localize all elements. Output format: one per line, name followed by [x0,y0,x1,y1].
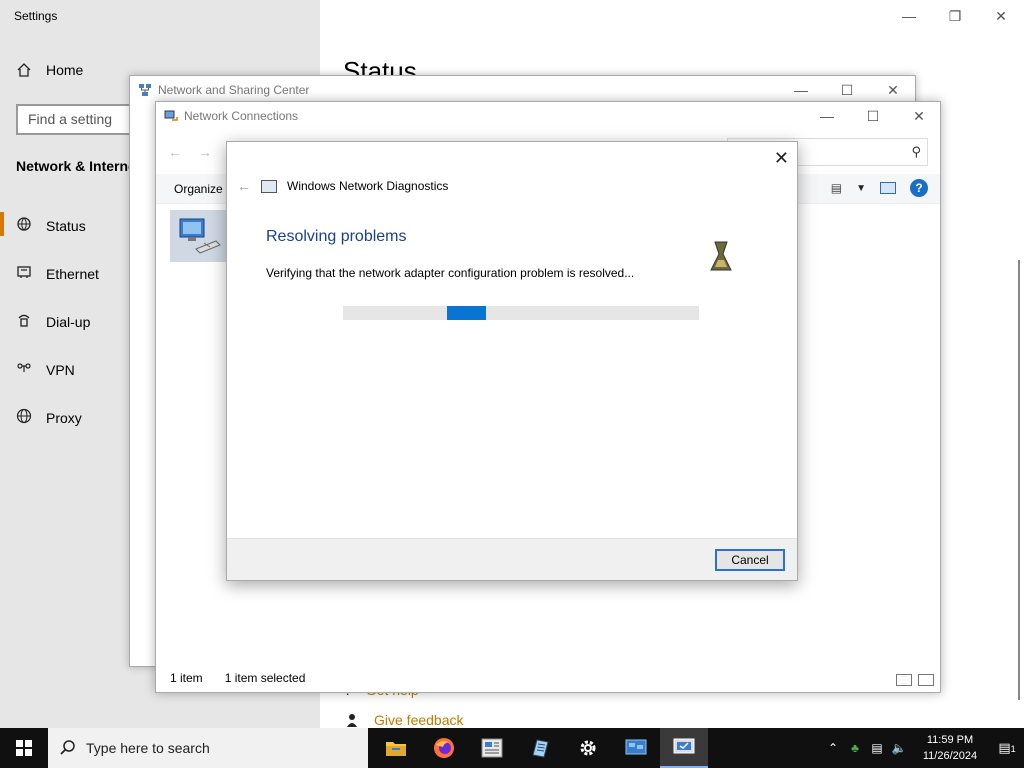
notepad-icon[interactable] [516,728,564,768]
network-center-icon[interactable] [612,728,660,768]
view-buttons: ▤ ▼ ? [831,179,928,197]
chevron-up-icon[interactable]: ⌃ [822,741,844,755]
nc-title: Network Connections [184,109,299,123]
active-indicator [0,212,4,236]
taskbar-clock[interactable]: 11:59 PM 11/26/2024 [910,732,990,764]
nsc-title: Network and Sharing Center [158,83,310,97]
sidebar-item-label: Status [46,217,86,234]
diagnostics-header: ← Windows Network Diagnostics [237,178,448,194]
settings-scrollbar[interactable] [1018,260,1020,700]
status-selected-count: 1 item selected [224,671,306,685]
taskbar-search-placeholder: Type here to search [86,740,210,756]
network-status-icon[interactable]: ♣ [844,741,866,755]
maximize-button[interactable]: ☐ [850,100,896,132]
give-feedback-label: Give feedback [374,712,464,728]
network-center-icon [139,84,151,96]
sidebar-item-status[interactable]: Status [16,216,86,235]
notification-icon: ▤ [998,740,1011,755]
home-icon [17,63,31,77]
taskbar-apps [372,728,708,768]
sidebar-item-label: Dial-up [46,313,91,330]
ethernet-icon [16,264,32,283]
help-icon[interactable]: ? [910,179,928,197]
status-icon [16,216,32,235]
sidebar-item-proxy[interactable]: Proxy [16,408,82,427]
details-view-icon[interactable] [896,674,912,686]
vpn-icon [16,360,32,379]
diagnostics-message: Verifying that the network adapter confi… [266,266,635,280]
network-diagnostics-dialog: ✕ ← Windows Network Diagnostics Resolvin… [226,141,798,581]
large-icons-view-icon[interactable] [918,674,934,686]
diagnostics-app-icon [261,179,277,193]
forward-arrow-icon[interactable]: → [198,144,212,160]
taskbar: Type here to search ⌃ ♣ ▤ 🔈 11:59 PM 11/… [0,728,1024,768]
cancel-button[interactable]: Cancel [715,549,785,571]
feedback-icon [347,714,357,727]
diagnostics-icon[interactable] [660,728,708,768]
diagnostics-footer: Cancel [227,538,797,580]
sidebar-item-vpn[interactable]: VPN [16,360,75,379]
change-view-icon[interactable]: ▤ [831,181,842,195]
settings-home-link[interactable]: Home [16,62,83,78]
system-tray: ⌃ ♣ ▤ 🔈 11:59 PM 11/26/2024 ▤1 [822,728,1024,768]
sidebar-item-ethernet[interactable]: Ethernet [16,264,99,283]
nc-window-controls: — ☐ ✕ [804,100,942,132]
settings-window-controls: — ❐ ✕ [886,0,1024,32]
search-icon [60,740,75,755]
search-icon: ⚲ [911,144,921,159]
progress-bar [343,306,699,320]
status-item-count: 1 item [170,671,203,685]
chevron-down-icon[interactable]: ▼ [856,183,866,194]
close-button[interactable]: ✕ [978,0,1024,32]
network-adapter-item[interactable] [170,210,228,262]
minimize-button[interactable]: — [886,0,932,32]
diagnostics-title: Windows Network Diagnostics [287,179,449,193]
notification-count: 1 [1010,744,1016,754]
busy-cursor-icon [710,241,732,271]
progress-marquee [447,306,486,320]
news-icon[interactable] [468,728,516,768]
sidebar-item-dialup[interactable]: Dial-up [16,312,90,331]
give-feedback-link[interactable]: Give feedback [344,712,464,728]
notification-center-button[interactable]: ▤1 [990,740,1024,756]
settings-window-title: Settings [14,9,58,23]
volume-icon[interactable]: 🔈 [888,741,910,755]
proxy-icon [16,408,32,427]
close-button[interactable]: ✕ [896,100,942,132]
preview-pane-icon[interactable] [880,182,896,194]
firefox-icon[interactable] [420,728,468,768]
back-arrow-icon[interactable]: ← [168,144,182,160]
settings-section-title: Network & Internet [16,158,141,174]
ethernet-tray-icon[interactable]: ▤ [866,741,888,755]
file-explorer-icon[interactable] [372,728,420,768]
dialup-icon [16,312,32,331]
taskbar-search-box[interactable]: Type here to search [48,728,368,768]
sidebar-item-label: Ethernet [46,265,99,282]
clock-date: 11/26/2024 [922,750,978,762]
sidebar-item-label: VPN [46,361,75,378]
diagnostics-heading: Resolving problems [266,228,407,245]
organize-button[interactable]: Organize [174,182,223,196]
home-label: Home [46,62,84,78]
restore-button[interactable]: ❐ [932,0,978,32]
windows-logo-icon [16,740,32,756]
nc-statusbar: 1 item 1 item selected [156,664,940,692]
view-mode-buttons [896,674,934,686]
close-icon[interactable]: ✕ [774,148,789,169]
minimize-button[interactable]: — [804,100,850,132]
clock-time: 11:59 PM [926,734,974,746]
network-connections-icon [164,110,178,121]
settings-gear-icon[interactable] [564,728,612,768]
network-adapter-icon [179,218,221,254]
start-button[interactable] [0,728,48,768]
sidebar-item-label: Proxy [46,409,82,426]
back-arrow-icon[interactable]: ← [237,178,251,194]
